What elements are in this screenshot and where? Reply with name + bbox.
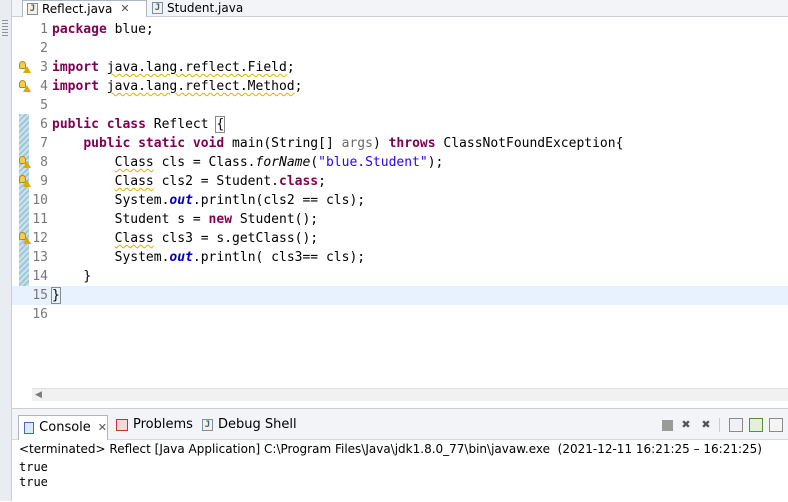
tab-debug-shell[interactable]: J Debug Shell	[202, 416, 297, 434]
line-number: 7	[40, 136, 48, 151]
code-line: 1 package blue;	[12, 20, 788, 39]
code-text: Class cls3 = s.getClass();	[114, 231, 319, 246]
code-text: System.out.println(cls2 == cls);	[114, 193, 366, 208]
code-text: public static void main(String[] args) t…	[83, 136, 624, 151]
toolbar-separator	[719, 418, 723, 432]
tab-console[interactable]: Console ✕	[18, 415, 108, 440]
pin-console-icon[interactable]	[749, 418, 763, 432]
close-icon[interactable]: ✕	[98, 419, 107, 437]
code-text: System.out.println( cls3== cls);	[114, 250, 366, 265]
console-panel: Console ✕ Problems J Debug Shell ✖ ✖ <te…	[12, 408, 788, 502]
code-text: import java.lang.reflect.Method;	[52, 79, 303, 94]
code-line: 9 Class cls2 = Student.class;	[12, 172, 788, 191]
trim-grip-icon[interactable]	[2, 20, 8, 38]
tab-label: Debug Shell	[218, 417, 297, 432]
scroll-left-icon[interactable]: ◀	[35, 389, 42, 401]
code-text: import java.lang.reflect.Field;	[52, 60, 295, 75]
line-number: 8	[40, 155, 48, 170]
line-number: 13	[32, 250, 48, 265]
tab-label: Console	[39, 420, 91, 435]
code-line: 6 public class Reflect {	[12, 115, 788, 134]
line-number: 2	[40, 41, 48, 56]
code-line: 3 import java.lang.reflect.Field;	[12, 58, 788, 77]
code-text: Class cls = Class.forName("blue.Student"…	[114, 155, 444, 170]
line-number: 10	[32, 193, 48, 208]
display-console-icon[interactable]	[769, 418, 783, 432]
code-line: 11 Student s = new Student();	[12, 210, 788, 229]
code-line: 4 import java.lang.reflect.Method;	[12, 77, 788, 96]
console-tab-bar: Console ✕ Problems J Debug Shell ✖ ✖	[12, 409, 788, 440]
line-number: 5	[40, 98, 48, 113]
code-line: 8 Class cls = Class.forName("blue.Studen…	[12, 153, 788, 172]
tab-student-java[interactable]: J Student.java	[148, 0, 248, 16]
java-file-icon: J	[27, 3, 38, 15]
line-number: 4	[40, 79, 48, 94]
java-file-icon: J	[152, 2, 163, 14]
scroll-lock-icon[interactable]	[729, 418, 743, 432]
line-number: 14	[32, 269, 48, 284]
tab-label: Problems	[133, 417, 193, 432]
tab-label: Reflect.java	[42, 2, 113, 16]
console-output-line: true	[19, 460, 48, 474]
close-icon[interactable]: ✕	[120, 2, 129, 16]
console-toolbar: ✖ ✖	[662, 418, 783, 432]
tab-reflect-java[interactable]: J Reflect.java ✕	[22, 0, 147, 17]
code-text: package blue;	[52, 22, 154, 37]
code-text: Class cls2 = Student.class;	[114, 174, 326, 189]
editor-tab-bar: J Reflect.java ✕ J Student.java	[12, 0, 788, 17]
code-line: 13 System.out.println( cls3== cls);	[12, 248, 788, 267]
current-code-line: 15 }	[12, 286, 788, 305]
remove-launch-icon[interactable]: ✖	[679, 418, 693, 432]
line-number: 1	[40, 22, 48, 37]
line-number: 6	[40, 117, 48, 132]
code-text: }	[51, 287, 61, 304]
code-editor[interactable]: 1 package blue; 2 3 import java.lang.ref…	[12, 17, 788, 401]
problems-icon	[116, 419, 128, 431]
code-text: }	[83, 269, 92, 284]
code-line: 16	[12, 305, 788, 324]
line-number: 3	[40, 60, 48, 75]
line-number: 12	[32, 231, 48, 246]
debug-shell-icon: J	[202, 419, 213, 431]
left-trim-strip	[0, 0, 12, 501]
code-line: 14 }	[12, 267, 788, 286]
terminate-icon[interactable]	[662, 420, 673, 431]
line-number: 15	[32, 288, 48, 303]
code-line: 10 System.out.println(cls2 == cls);	[12, 191, 788, 210]
tab-problems[interactable]: Problems	[116, 416, 193, 434]
code-line: 7 public static void main(String[] args)…	[12, 134, 788, 153]
code-text: public class Reflect {	[52, 116, 226, 133]
tab-label: Student.java	[167, 1, 244, 15]
line-number: 9	[40, 174, 48, 189]
line-number: 16	[32, 307, 48, 322]
console-icon	[24, 422, 35, 434]
horizontal-scrollbar[interactable]: ◀	[32, 388, 788, 401]
remove-all-terminated-icon[interactable]: ✖	[699, 418, 713, 432]
code-line: 5	[12, 96, 788, 115]
code-line: 12 Class cls3 = s.getClass();	[12, 229, 788, 248]
code-text: Student s = new Student();	[114, 212, 319, 227]
launch-status-text: <terminated> Reflect [Java Application] …	[19, 442, 762, 456]
code-line: 2	[12, 39, 788, 58]
console-output-line: true	[19, 475, 48, 489]
line-number: 11	[32, 212, 48, 227]
